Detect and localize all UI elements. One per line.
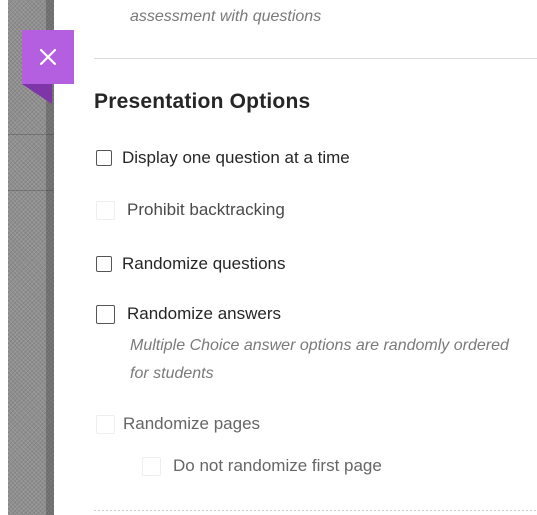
close-panel-button[interactable] — [22, 30, 74, 84]
bottom-divider — [94, 510, 537, 511]
randomize-questions-checkbox[interactable] — [96, 256, 112, 272]
randomize-answers-label: Randomize answers — [127, 304, 282, 323]
close-tab-fold — [22, 84, 52, 104]
settings-panel: assessment with questions Presentation O… — [54, 0, 537, 515]
prohibit-backtracking-label: Prohibit backtracking — [127, 200, 285, 219]
no-randomize-first-page-label: Do not randomize first page — [173, 456, 382, 475]
randomize-answers-checkbox[interactable] — [96, 304, 115, 324]
section-title: Presentation Options — [94, 90, 311, 113]
randomize-answers-option[interactable]: Randomize answers — [96, 304, 281, 324]
display-one-question-option[interactable]: Display one question at a time — [96, 148, 350, 168]
randomize-questions-option[interactable]: Randomize questions — [96, 254, 285, 274]
randomize-pages-label: Randomize pages — [123, 414, 261, 433]
randomize-pages-checkbox[interactable] — [96, 414, 115, 434]
prohibit-backtracking-checkbox[interactable] — [96, 200, 115, 220]
section-divider — [94, 58, 537, 59]
assessment-settings-page: assessment with questions Presentation O… — [0, 0, 537, 515]
randomize-answers-description: Multiple Choice answer options are rando… — [130, 337, 509, 382]
close-icon — [39, 48, 57, 66]
display-one-question-checkbox[interactable] — [96, 150, 112, 166]
setting-description: assessment with questions — [130, 8, 322, 25]
randomize-pages-option[interactable]: Randomize pages — [96, 414, 260, 434]
no-randomize-first-page-checkbox[interactable] — [142, 456, 161, 476]
display-one-question-label: Display one question at a time — [122, 148, 350, 167]
no-randomize-first-page-option[interactable]: Do not randomize first page — [142, 456, 382, 476]
randomize-questions-label: Randomize questions — [122, 254, 286, 273]
prohibit-backtracking-option[interactable]: Prohibit backtracking — [96, 200, 285, 220]
backdrop-edge — [0, 0, 8, 515]
